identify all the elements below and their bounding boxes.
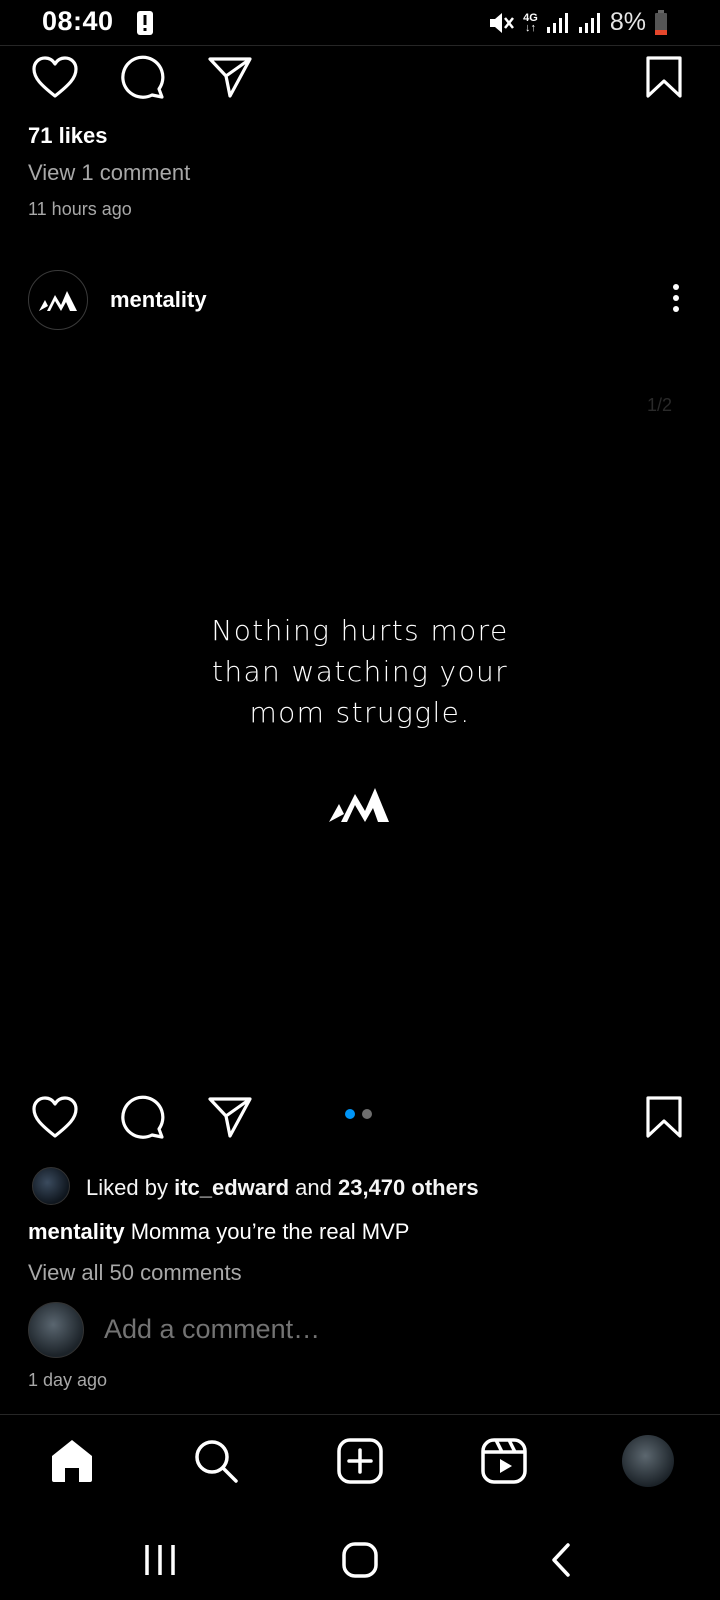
status-icons: 4G ↓↑ 8% xyxy=(487,8,668,37)
battery-percent: 8% xyxy=(609,8,646,36)
signal-icon xyxy=(546,12,568,33)
my-avatar xyxy=(28,1302,84,1358)
dot-icon xyxy=(673,306,679,312)
share-icon xyxy=(208,57,252,98)
nav-home[interactable] xyxy=(44,1433,100,1489)
search-icon xyxy=(195,1440,238,1483)
carousel-dots xyxy=(345,1109,372,1119)
comment-icon xyxy=(121,1095,165,1139)
post-time: 1 day ago xyxy=(28,1370,108,1390)
caption-text: Momma you’re the real MVP xyxy=(130,1219,410,1244)
signal-icon-2 xyxy=(578,12,600,33)
nav-create[interactable] xyxy=(332,1433,388,1489)
mentality-logo-icon xyxy=(329,788,389,822)
profile-avatar xyxy=(622,1435,674,1487)
comment-icon xyxy=(121,55,165,99)
bookmark-icon xyxy=(646,56,682,98)
status-time: 08:40 xyxy=(42,6,114,36)
share-button-top[interactable] xyxy=(204,51,256,103)
bookmark-button-top[interactable] xyxy=(638,51,690,103)
home-button[interactable] xyxy=(330,1530,390,1590)
reels-icon xyxy=(481,1438,527,1484)
carousel-dot xyxy=(362,1109,372,1119)
carousel-dot-active xyxy=(345,1109,355,1119)
like-button[interactable] xyxy=(29,1091,81,1143)
alert-icon xyxy=(137,11,153,35)
status-bar: 08:40 4G ↓↑ 8% xyxy=(0,0,720,46)
share-icon xyxy=(208,1097,252,1138)
mentality-logo-icon xyxy=(39,291,77,311)
system-nav-bar xyxy=(0,1510,720,1600)
add-comment-input[interactable] xyxy=(104,1314,664,1345)
comment-button[interactable] xyxy=(116,1091,168,1143)
share-button[interactable] xyxy=(204,1091,256,1143)
comment-button-top[interactable] xyxy=(116,51,168,103)
bookmark-button[interactable] xyxy=(638,1091,690,1143)
create-icon xyxy=(337,1438,383,1484)
home-icon xyxy=(52,1440,92,1482)
post-caption: mentality Momma you’re the real MVP xyxy=(28,1219,409,1245)
battery-icon xyxy=(655,9,667,35)
liked-by-user[interactable]: itc_edward xyxy=(174,1175,289,1200)
more-options-button[interactable] xyxy=(660,280,692,316)
caption-username[interactable]: mentality xyxy=(28,1219,125,1244)
post-username[interactable]: mentality xyxy=(110,287,207,313)
view-comments-link-top[interactable]: View 1 comment xyxy=(28,160,190,186)
heart-icon xyxy=(32,1096,78,1138)
recents-button[interactable] xyxy=(130,1530,190,1590)
back-button[interactable] xyxy=(532,1530,592,1590)
liked-by-text[interactable]: Liked by itc_edward and 23,470 others xyxy=(86,1175,479,1201)
heart-icon xyxy=(32,56,78,98)
liked-by-others[interactable]: 23,470 others xyxy=(338,1175,479,1200)
data-arrows-icon: ↓↑ xyxy=(525,21,537,34)
bookmark-icon xyxy=(646,1096,682,1138)
post-quote-text: Nothing hurts more than watching your mo… xyxy=(211,614,509,729)
like-button-top[interactable] xyxy=(29,51,81,103)
post-time-top: 11 hours ago xyxy=(28,199,132,219)
nav-reels[interactable] xyxy=(476,1433,532,1489)
view-all-comments-link[interactable]: View all 50 comments xyxy=(28,1260,242,1286)
carousel-counter: 1/2 xyxy=(646,395,672,415)
nav-profile[interactable] xyxy=(620,1433,676,1489)
liked-by-avatar[interactable] xyxy=(32,1167,70,1205)
post-avatar[interactable] xyxy=(28,270,88,330)
bottom-nav xyxy=(0,1414,720,1510)
back-icon xyxy=(552,1543,570,1577)
mute-icon xyxy=(490,12,515,33)
recents-icon xyxy=(145,1545,175,1575)
nav-search[interactable] xyxy=(188,1433,244,1489)
network-indicator: 4G ↓↑ xyxy=(523,11,538,34)
dot-icon xyxy=(673,295,679,301)
home-circle-icon xyxy=(342,1542,378,1578)
likes-count-top[interactable]: 71 likes xyxy=(28,123,108,149)
dot-icon xyxy=(673,284,679,290)
